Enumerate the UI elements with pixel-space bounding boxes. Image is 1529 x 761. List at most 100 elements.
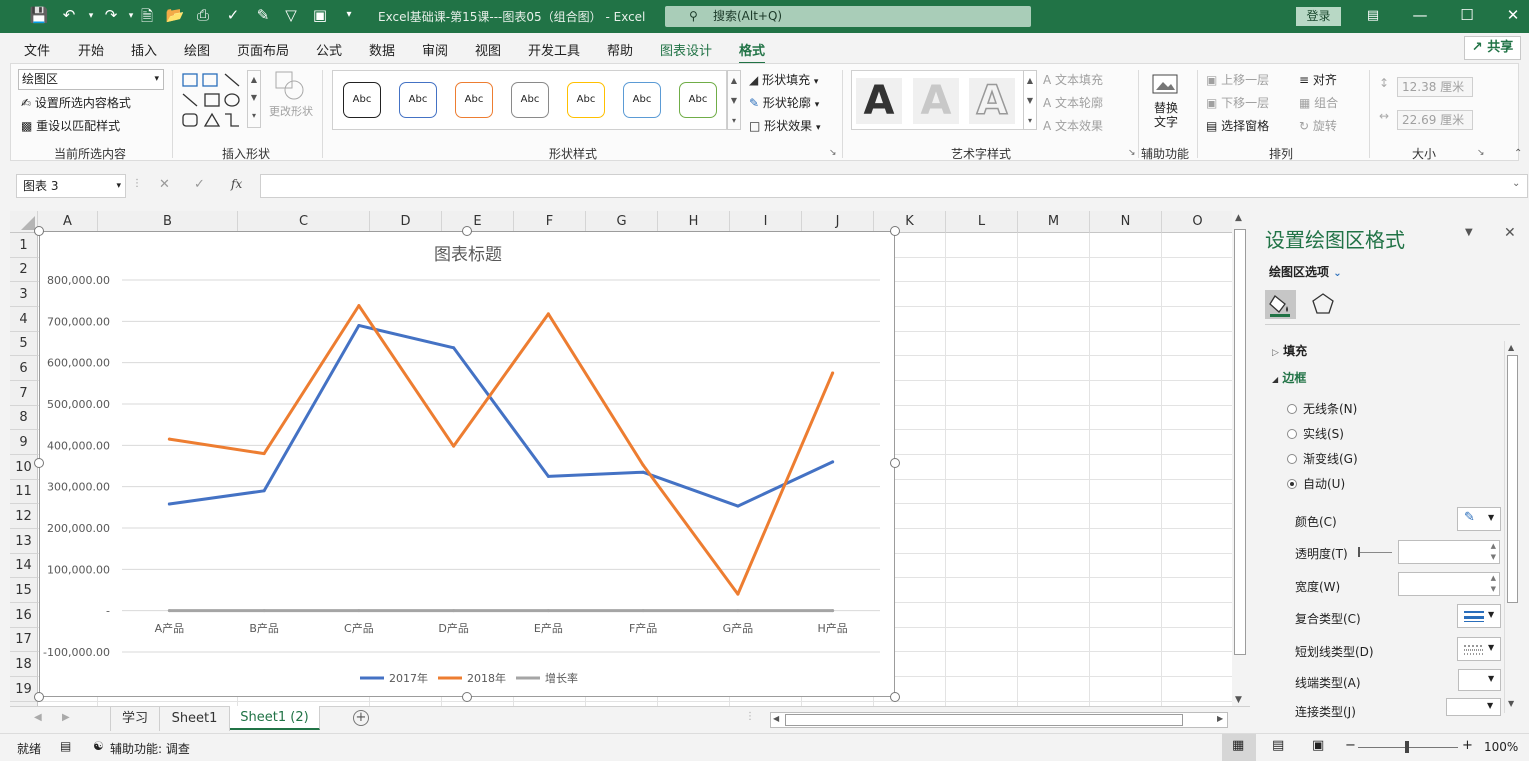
column-header[interactable]: C	[238, 211, 370, 233]
sheet-tab-study[interactable]: 学习	[110, 707, 160, 731]
prev-sheet-icon[interactable]: ◀	[34, 712, 42, 723]
shape-style-preset[interactable]: Abc	[455, 82, 493, 118]
row-header[interactable]: 1	[10, 233, 38, 258]
data-point[interactable]	[167, 437, 171, 441]
next-sheet-icon[interactable]: ▶	[62, 712, 70, 723]
data-point[interactable]	[641, 609, 645, 613]
horizontal-scrollbar[interactable]: ◀ ▶	[770, 712, 1228, 728]
spell-check-icon[interactable]: ✓	[222, 6, 244, 24]
redo-icon[interactable]: ↷	[100, 6, 122, 24]
shape-width-input[interactable]: 22.69 厘米	[1397, 110, 1473, 130]
zoom-level[interactable]: 100%	[1484, 740, 1518, 754]
zoom-out-icon[interactable]: −	[1345, 738, 1356, 753]
row-header[interactable]: 7	[10, 381, 38, 406]
shape-style-preset[interactable]: Abc	[399, 82, 437, 118]
pane-close-icon[interactable]: ✕	[1504, 225, 1516, 241]
undo-icon[interactable]: ↶	[58, 6, 80, 24]
line-chart[interactable]: 图表标题 800,000.00 700,000.00 600,000.00 500,0…	[40, 232, 896, 698]
tab-help[interactable]: 帮助	[607, 40, 633, 59]
tab-review[interactable]: 审阅	[422, 40, 448, 59]
resize-handle[interactable]	[462, 692, 472, 702]
wordart-preset[interactable]: A	[969, 77, 1015, 125]
tab-chart-design[interactable]: 图表设计	[660, 40, 712, 59]
save-icon[interactable]: 💾	[28, 6, 50, 24]
radio-button[interactable]	[1287, 429, 1297, 439]
row-header[interactable]: 4	[10, 307, 38, 332]
row-header[interactable]: 11	[10, 480, 38, 504]
radio-automatic[interactable]: 自动(U)	[1287, 475, 1345, 492]
data-point[interactable]	[546, 312, 550, 316]
column-header[interactable]: E	[442, 211, 514, 233]
new-file-icon[interactable]: 🗎	[136, 6, 158, 31]
tab-developer[interactable]: 开发工具	[528, 40, 580, 59]
text-outline-button[interactable]: A 文本轮廓	[1043, 94, 1103, 111]
radio-solid-line[interactable]: 实线(S)	[1287, 425, 1344, 442]
data-point[interactable]	[546, 609, 550, 613]
data-point[interactable]	[167, 609, 171, 613]
name-box[interactable]: 图表 3 ▾	[16, 174, 126, 198]
scroll-down-icon[interactable]: ▼	[1508, 699, 1514, 708]
data-point[interactable]	[546, 474, 550, 478]
shape-styles-scroll[interactable]: ▲ ▼ ▾	[727, 70, 741, 130]
join-type-dropdown[interactable]: ▼	[1446, 698, 1501, 716]
confirm-icon[interactable]: ✓	[194, 177, 205, 192]
accessibility-icon[interactable]: ☯	[93, 739, 104, 753]
dialog-launcher-icon[interactable]: ↘	[1477, 148, 1485, 158]
sheet-tab-sheet1[interactable]: Sheet1	[160, 707, 230, 731]
column-header[interactable]: M	[1018, 211, 1090, 233]
login-button[interactable]: 登录	[1296, 7, 1341, 26]
radio-no-line[interactable]: 无线条(N)	[1287, 400, 1357, 417]
accessibility-status[interactable]: 辅助功能: 调查	[110, 740, 190, 757]
wordart-scroll[interactable]: ▲ ▼ ▾	[1023, 70, 1037, 130]
normal-view-button[interactable]: ▦	[1222, 734, 1256, 761]
data-point[interactable]	[357, 609, 361, 613]
shape-effects-button[interactable]: □ 形状效果 ▾	[749, 117, 821, 134]
shape-fill-button[interactable]: ◢ 形状填充 ▾	[749, 71, 818, 88]
data-point[interactable]	[641, 470, 645, 474]
row-header[interactable]: 17	[10, 628, 38, 652]
row-header[interactable]: 10	[10, 455, 38, 480]
tab-formulas[interactable]: 公式	[316, 40, 342, 59]
sheet-tab-sheet1-2[interactable]: Sheet1 (2)	[230, 706, 320, 730]
column-header[interactable]: L	[946, 211, 1018, 233]
close-icon[interactable]: ✕	[1498, 6, 1528, 24]
data-point[interactable]	[831, 460, 835, 464]
cap-type-dropdown[interactable]: ▼	[1458, 669, 1501, 691]
insert-function-icon[interactable]: fx	[231, 177, 242, 191]
data-point[interactable]	[452, 609, 456, 613]
radio-gradient-line[interactable]: 渐变线(G)	[1287, 450, 1358, 467]
chart-title[interactable]: 图表标题	[434, 245, 502, 265]
customize-qat-icon[interactable]: ▾	[338, 9, 360, 20]
data-point[interactable]	[357, 304, 361, 308]
data-point[interactable]	[736, 592, 740, 596]
share-button[interactable]: ↗ 共享	[1464, 36, 1521, 60]
chart-object[interactable]: 图表标题 800,000.00 700,000.00 600,000.00 500,0…	[39, 231, 895, 697]
tab-data[interactable]: 数据	[369, 40, 395, 59]
horizontal-scroll-thumb[interactable]	[785, 714, 1183, 726]
resize-handle[interactable]	[34, 458, 44, 468]
column-header[interactable]: A	[38, 211, 98, 233]
page-layout-view-icon[interactable]: ▤	[1272, 738, 1284, 753]
expand-formula-icon[interactable]: ⌄	[1512, 178, 1520, 189]
width-input[interactable]: ▲ ▼	[1398, 572, 1500, 596]
resize-handle[interactable]	[34, 692, 44, 702]
wordart-preset[interactable]: A	[856, 78, 902, 124]
tab-file[interactable]: 文件	[24, 40, 50, 59]
macro-record-icon[interactable]: ▤	[60, 739, 71, 753]
data-point[interactable]	[167, 502, 171, 506]
pane-scroll-thumb[interactable]	[1507, 355, 1518, 603]
worksheet-grid[interactable]: ABCDEFGHIJKLMNO 1 2 3 4 5 6 7 8 9 10 11 12 13 14 15 16 1…	[10, 211, 1232, 706]
scroll-right-icon[interactable]: ▶	[1217, 714, 1223, 723]
tab-insert[interactable]: 插入	[131, 40, 157, 59]
series-line[interactable]	[167, 304, 835, 596]
align-button[interactable]: ≡ 对齐	[1299, 71, 1337, 88]
data-point[interactable]	[831, 609, 835, 613]
data-point[interactable]	[357, 323, 361, 327]
legend-label[interactable]: 2018年	[467, 671, 506, 685]
border-section-header[interactable]: ◢ 边框	[1272, 369, 1306, 386]
filter-icon[interactable]: ▽	[280, 6, 302, 24]
column-header[interactable]: K	[874, 211, 946, 233]
reset-style-button[interactable]: ▩ 重设以匹配样式	[21, 117, 120, 134]
dialog-launcher-icon[interactable]: ↘	[829, 148, 837, 158]
data-point[interactable]	[262, 489, 266, 493]
